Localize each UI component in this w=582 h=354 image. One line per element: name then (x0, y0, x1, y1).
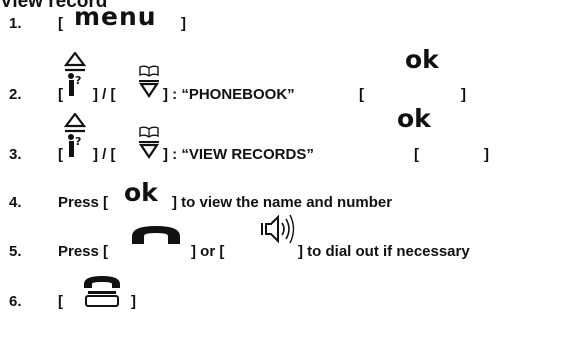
step-1-close-bracket: ] (181, 15, 186, 32)
step-4-number: 4. (9, 194, 22, 211)
up-arrow-person-icon: ? (63, 52, 87, 96)
step-5-or: ] or [ (191, 243, 225, 260)
ok-key: ok (124, 178, 158, 207)
step-5-number: 5. (9, 243, 22, 260)
step-2-open-bracket: [ (58, 86, 63, 103)
end-call-phone-icon (84, 276, 120, 307)
ok-key: ok (405, 45, 439, 74)
step-2-label: ] : “PHONEBOOK” (163, 86, 295, 103)
step-6-open-bracket: [ (58, 293, 63, 310)
step-1-open-bracket: [ (58, 15, 63, 32)
svg-text:?: ? (75, 74, 81, 87)
ok-key: ok (397, 104, 431, 133)
menu-key: menu (74, 2, 157, 31)
step-3-ok-open-bracket: [ (414, 146, 419, 163)
step-5-press: Press [ (58, 243, 109, 260)
step-2-ok-close-bracket: ] (461, 86, 466, 103)
handset-talk-icon (132, 226, 180, 244)
up-arrow-person-icon: ? (63, 113, 87, 157)
step-3-number: 3. (9, 146, 22, 163)
phonebook-down-arrow-icon (138, 126, 160, 159)
svg-text:?: ? (75, 135, 81, 148)
step-3-open-bracket: [ (58, 146, 63, 163)
step-3-label: ] : “VIEW RECORDS” (163, 146, 314, 163)
step-1-number: 1. (9, 15, 22, 32)
step-4-press: Press [ (58, 194, 109, 211)
step-3-separator: ] / [ (93, 146, 116, 163)
step-2-number: 2. (9, 86, 22, 103)
phonebook-down-arrow-icon (138, 65, 160, 98)
speakerphone-icon (261, 214, 295, 244)
step-6-number: 6. (9, 293, 22, 310)
step-5-instruction: ] to dial out if necessary (298, 243, 470, 260)
step-6-close-bracket: ] (131, 293, 136, 310)
step-2-ok-open-bracket: [ (359, 86, 364, 103)
step-4-instruction: ] to view the name and number (172, 194, 393, 211)
step-2-separator: ] / [ (93, 86, 116, 103)
step-3-ok-close-bracket: ] (484, 146, 489, 163)
